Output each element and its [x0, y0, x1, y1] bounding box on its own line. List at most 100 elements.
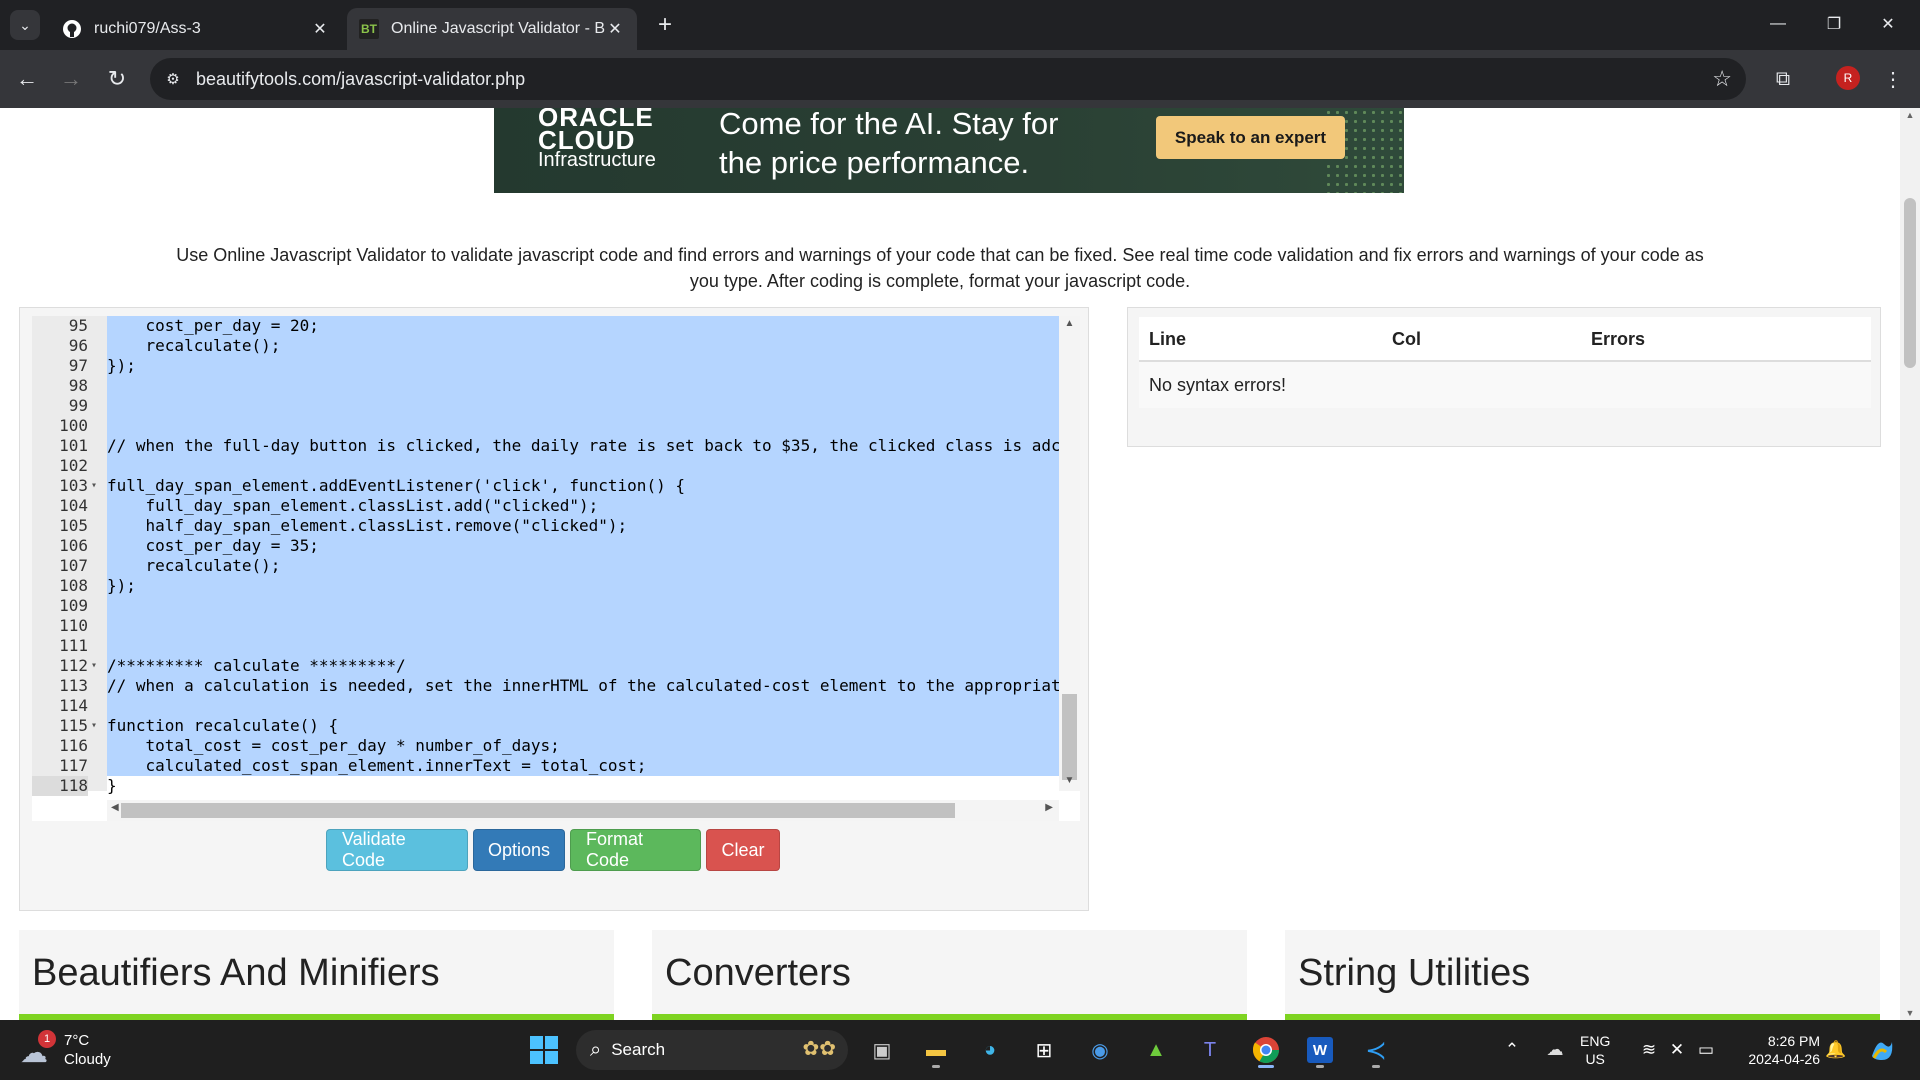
onedrive-icon[interactable]: ☁ [1540, 1030, 1570, 1070]
copilot-icon[interactable] [1862, 1030, 1902, 1070]
code-line[interactable]: 95 cost_per_day = 20; [32, 316, 1059, 336]
code-line[interactable]: 97}); [32, 356, 1059, 376]
fold-toggle-icon[interactable]: ▾ [91, 476, 103, 496]
taskbar-search[interactable]: ⌕ Search ✿✿ [576, 1030, 848, 1070]
bookmark-star-icon[interactable]: ☆ [1712, 66, 1732, 92]
format-code-button[interactable]: Format Code [570, 829, 701, 871]
code-editor[interactable]: 95 cost_per_day = 20; 96 recalculate(); 97… [32, 316, 1080, 821]
weather-widget[interactable]: ☁ 1 7°C Cloudy [20, 1028, 111, 1072]
task-view-icon[interactable]: ▣ [862, 1030, 902, 1070]
code-line[interactable]: 100 [32, 416, 1059, 436]
scroll-left-icon[interactable]: ◀ [111, 802, 119, 813]
forward-button[interactable]: → [54, 62, 88, 96]
code-line[interactable]: 101 // when the full-day button is clicke… [32, 436, 1059, 456]
wifi-icon[interactable]: ≋ [1636, 1030, 1662, 1070]
scrollbar-thumb[interactable] [1904, 198, 1916, 368]
code-line[interactable]: 113 // when a calculation is needed, set … [32, 676, 1059, 696]
category-card-beautifiers[interactable]: Beautifiers And Minifiers [19, 930, 614, 1020]
code-text[interactable]: full_day_span_element.addEventListener('… [107, 476, 1059, 496]
word-icon[interactable]: W [1300, 1030, 1340, 1070]
code-line[interactable]: 117 calculated_cost_span_element.innerTe… [32, 756, 1059, 776]
close-icon[interactable]: ✕ [310, 19, 330, 39]
code-line[interactable]: 114 [32, 696, 1059, 716]
code-text[interactable]: /********* calculate *********/ [107, 656, 1059, 676]
page-scrollbar[interactable]: ▲ ▼ [1900, 108, 1920, 1020]
fold-toggle-icon[interactable]: ▾ [91, 716, 103, 736]
vscode-icon[interactable]: ≺ [1356, 1030, 1396, 1070]
scroll-right-icon[interactable]: ▶ [1045, 802, 1053, 813]
code-line[interactable]: 109 [32, 596, 1059, 616]
oracle-ad-banner[interactable]: ORACLE CLOUD Infrastructure Come for the… [494, 108, 1404, 193]
restore-button[interactable]: ❐ [1814, 8, 1854, 40]
tab-validator[interactable]: BT Online Javascript Validator - Be ✕ [347, 8, 637, 50]
chevron-up-icon[interactable]: ⌃ [1500, 1030, 1524, 1070]
reload-button[interactable]: ↻ [100, 62, 134, 96]
ad-cta-button[interactable]: Speak to an expert [1156, 116, 1345, 159]
stocks-icon[interactable]: ▲ [1136, 1030, 1176, 1070]
file-explorer-icon[interactable]: ▬ [916, 1030, 956, 1070]
code-lines[interactable]: 95 cost_per_day = 20; 96 recalculate(); 97… [32, 316, 1059, 796]
code-text[interactable]: full_day_span_element.classList.add("cli… [107, 496, 1059, 516]
validate-code-button[interactable]: Validate Code [326, 829, 468, 871]
code-line[interactable]: 104 full_day_span_element.classList.add(… [32, 496, 1059, 516]
clock[interactable]: 8:26 PM 2024-04-26 [1736, 1032, 1820, 1068]
code-line[interactable]: 107 recalculate(); [32, 556, 1059, 576]
new-tab-button[interactable]: + [650, 10, 680, 40]
close-window-button[interactable]: ✕ [1868, 8, 1908, 40]
language-indicator[interactable]: ENG US [1580, 1032, 1610, 1068]
code-text[interactable]: }); [107, 576, 1059, 596]
scroll-down-icon[interactable]: ▼ [1059, 775, 1080, 791]
edge-icon[interactable]: ◕ [970, 1030, 1010, 1070]
minimize-button[interactable]: — [1758, 8, 1798, 40]
code-line[interactable]: 96 recalculate(); [32, 336, 1059, 356]
editor-vertical-scrollbar[interactable]: ▲ ▼ [1059, 316, 1080, 791]
tab-search-button[interactable]: ⌄ [10, 10, 40, 40]
dell-icon[interactable]: ◉ [1080, 1030, 1120, 1070]
code-text[interactable]: recalculate(); [107, 556, 1059, 576]
chrome-icon[interactable] [1246, 1030, 1286, 1070]
code-line[interactable]: 103 ▾ full_day_span_element.addEventListen… [32, 476, 1059, 496]
code-text[interactable]: // when the full-day button is clicked, … [107, 436, 1059, 456]
scrollbar-thumb[interactable] [121, 803, 955, 818]
scroll-up-icon[interactable]: ▲ [1900, 110, 1920, 120]
editor-horizontal-scrollbar[interactable]: ◀ ▶ [107, 800, 1059, 821]
options-button[interactable]: Options [473, 829, 565, 871]
back-button[interactable]: ← [10, 62, 44, 96]
code-line[interactable]: 116 total_cost = cost_per_day * number_o… [32, 736, 1059, 756]
code-text[interactable]: half_day_span_element.classList.remove("… [107, 516, 1059, 536]
code-text[interactable]: }); [107, 356, 1059, 376]
scrollbar-thumb[interactable] [1062, 694, 1077, 780]
category-card-converters[interactable]: Converters [652, 930, 1247, 1020]
address-bar[interactable]: ⚙ beautifytools.com/javascript-validator… [150, 58, 1746, 100]
extensions-icon[interactable]: ⧉ [1766, 62, 1800, 96]
code-line[interactable]: 105 half_day_span_element.classList.remo… [32, 516, 1059, 536]
code-line[interactable]: 110 [32, 616, 1059, 636]
speaker-muted-icon[interactable]: ✕ [1664, 1030, 1690, 1070]
code-text[interactable]: cost_per_day = 20; [107, 316, 1059, 336]
code-line[interactable]: 108}); [32, 576, 1059, 596]
code-line[interactable]: 106 cost_per_day = 35; [32, 536, 1059, 556]
code-text[interactable]: } [107, 776, 1059, 796]
fold-toggle-icon[interactable]: ▾ [91, 656, 103, 676]
url-text[interactable]: beautifytools.com/javascript-validator.p… [196, 69, 525, 90]
code-line[interactable]: 98 [32, 376, 1059, 396]
code-text[interactable]: total_cost = cost_per_day * number_of_da… [107, 736, 1059, 756]
tab-github[interactable]: ruchi079/Ass-3 ✕ [50, 8, 342, 50]
code-line[interactable]: 99 [32, 396, 1059, 416]
code-text[interactable]: calculated_cost_span_element.innerText =… [107, 756, 1059, 776]
code-line[interactable]: 118} [32, 776, 1059, 796]
code-line[interactable]: 102 [32, 456, 1059, 476]
store-icon[interactable]: ⊞ [1024, 1030, 1064, 1070]
site-info-icon[interactable]: ⚙ [152, 58, 194, 100]
code-text[interactable]: function recalculate() { [107, 716, 1059, 736]
code-text[interactable]: // when a calculation is needed, set the… [107, 676, 1059, 696]
close-icon[interactable]: ✕ [605, 19, 625, 39]
teams-icon[interactable]: T [1190, 1030, 1230, 1070]
scroll-up-icon[interactable]: ▲ [1059, 318, 1080, 334]
clear-button[interactable]: Clear [706, 829, 780, 871]
code-line[interactable]: 115 ▾ function recalculate() { [32, 716, 1059, 736]
code-text[interactable]: recalculate(); [107, 336, 1059, 356]
battery-icon[interactable]: ▭ [1692, 1030, 1720, 1070]
scroll-down-icon[interactable]: ▼ [1900, 1008, 1920, 1018]
code-text[interactable]: cost_per_day = 35; [107, 536, 1059, 556]
